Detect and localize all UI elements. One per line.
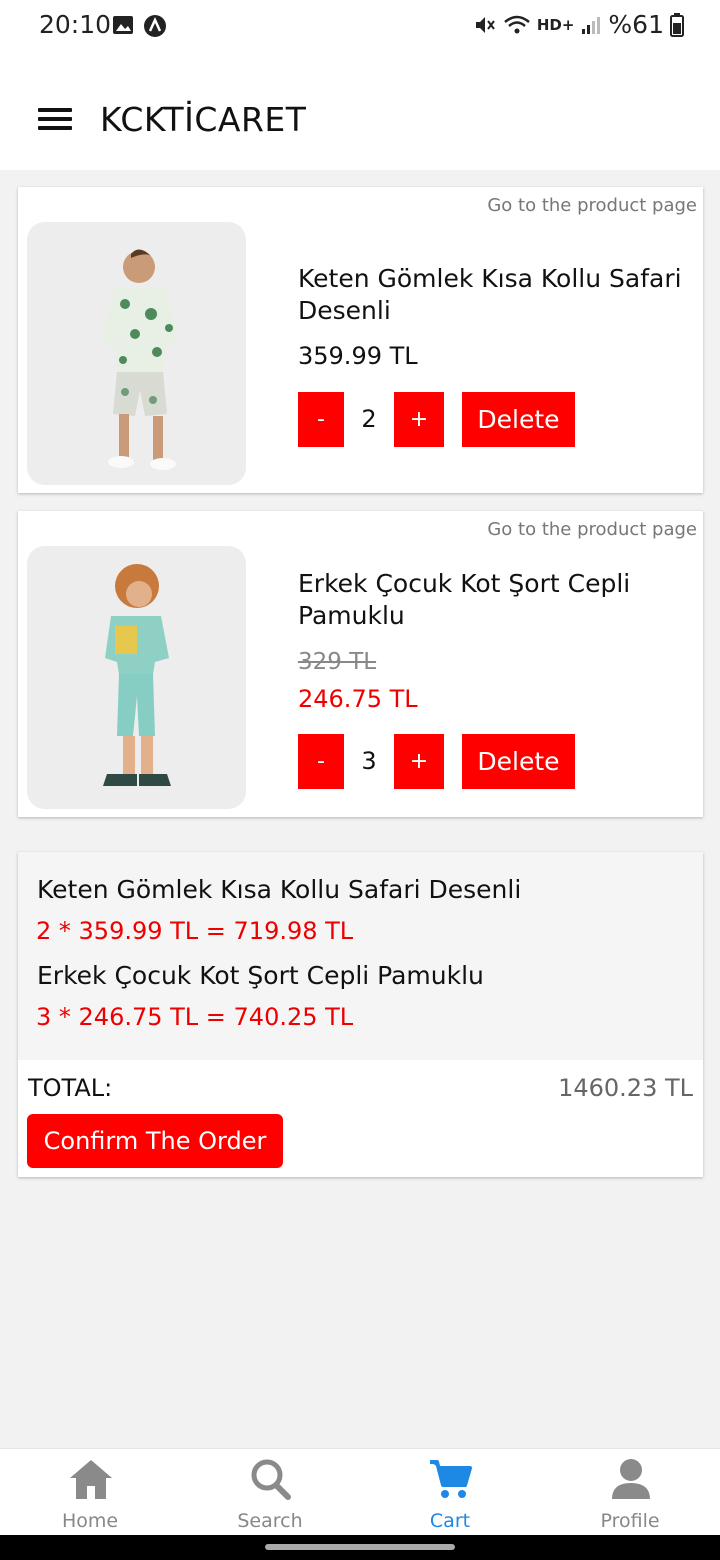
status-right: HD+ %61 xyxy=(473,10,684,39)
menu-icon[interactable] xyxy=(38,108,72,134)
battery-percent: %61 xyxy=(608,10,664,39)
quantity-value: 2 xyxy=(361,405,377,433)
summary-item-name: Keten Gömlek Kısa Kollu Safari Desenli xyxy=(37,875,522,904)
goto-product-link[interactable]: Go to the product page xyxy=(487,519,697,540)
summary-lines: Keten Gömlek Kısa Kollu Safari Desenli 2… xyxy=(18,852,703,1060)
nav-label: Profile xyxy=(600,1510,660,1532)
cart-item: Go to the product page Erkek Çocuk Kot Ş… xyxy=(18,511,703,817)
delete-button[interactable]: Delete xyxy=(462,392,575,447)
product-image xyxy=(27,546,246,809)
product-old-price: 329 TL xyxy=(298,649,377,675)
home-gesture-handle[interactable] xyxy=(265,1544,455,1550)
nav-cart[interactable]: Cart xyxy=(360,1449,540,1536)
gallery-icon xyxy=(113,16,133,34)
app-bar: KCKTİCARET xyxy=(0,56,720,170)
decrease-quantity-button[interactable]: - xyxy=(298,392,344,447)
signal-icon xyxy=(582,16,601,34)
total-label: TOTAL: xyxy=(28,1074,113,1102)
summary-item-name: Erkek Çocuk Kot Şort Cepli Pamuklu xyxy=(37,961,484,990)
nav-profile[interactable]: Profile xyxy=(540,1449,720,1536)
product-image xyxy=(27,222,246,485)
status-time: 20:10 xyxy=(39,10,112,39)
delete-button[interactable]: Delete xyxy=(462,734,575,789)
cart-icon xyxy=(430,1460,472,1498)
quantity-value: 3 xyxy=(361,747,377,775)
wifi-icon xyxy=(504,15,530,33)
mute-icon xyxy=(475,16,495,33)
increase-quantity-button[interactable]: + xyxy=(394,392,444,447)
product-name: Erkek Çocuk Kot Şort Cepli Pamuklu xyxy=(298,569,631,630)
network-type: HD+ xyxy=(536,15,575,34)
nav-search[interactable]: Search xyxy=(180,1449,360,1536)
increase-quantity-button[interactable]: + xyxy=(394,734,444,789)
nav-label: Home xyxy=(61,1510,119,1532)
summary-item-calc: 2 * 359.99 TL = 719.98 TL xyxy=(36,917,354,945)
bottom-nav: Home Search Cart Profile xyxy=(0,1448,720,1536)
total-value: 1460.23 TL xyxy=(558,1074,693,1102)
person-icon xyxy=(612,1459,650,1499)
home-icon xyxy=(70,1460,112,1499)
app-title: KCKTİCARET xyxy=(100,100,307,139)
decrease-quantity-button[interactable]: - xyxy=(298,734,344,789)
cart-item: Go to the product page Keten Gömlek Kısa… xyxy=(18,187,703,493)
product-price: 359.99 TL xyxy=(298,342,418,370)
summary-item-calc: 3 * 246.75 TL = 740.25 TL xyxy=(36,1003,354,1031)
search-icon xyxy=(251,1459,291,1500)
nav-label: Search xyxy=(237,1510,303,1532)
battery-icon xyxy=(670,12,684,37)
app-notification-icon xyxy=(144,15,166,37)
product-discount-price: 246.75 TL xyxy=(298,685,418,713)
product-name: Keten Gömlek Kısa Kollu Safari Desenli xyxy=(298,264,682,325)
order-summary: Keten Gömlek Kısa Kollu Safari Desenli 2… xyxy=(18,852,703,1177)
nav-label: Cart xyxy=(429,1510,471,1532)
status-bar: 20:10 HD+ %61 xyxy=(0,0,720,56)
nav-home[interactable]: Home xyxy=(0,1449,180,1536)
gesture-bar xyxy=(0,1535,720,1560)
confirm-order-button[interactable]: Confirm The Order xyxy=(27,1114,283,1168)
goto-product-link[interactable]: Go to the product page xyxy=(487,195,697,216)
